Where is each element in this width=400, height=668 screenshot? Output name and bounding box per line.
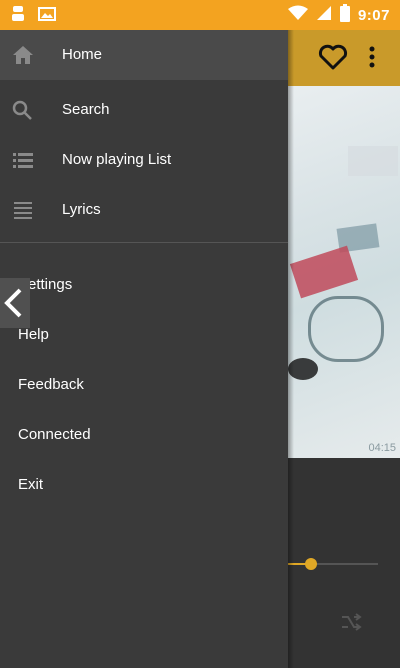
menu-item-help[interactable]: Help bbox=[0, 310, 288, 360]
nav-item-now-playing[interactable]: Now playing List bbox=[0, 135, 288, 185]
lyrics-icon bbox=[12, 200, 34, 220]
nav-item-search[interactable]: Search bbox=[0, 85, 288, 135]
heart-icon[interactable] bbox=[318, 44, 348, 75]
seek-bar[interactable] bbox=[288, 558, 378, 570]
nav-label: Search bbox=[62, 101, 110, 118]
art-shape bbox=[289, 245, 359, 299]
navigation-drawer: Home Search Now playing List Lyrics Sett… bbox=[0, 30, 288, 668]
player-toolbar bbox=[288, 30, 400, 86]
notification-icon bbox=[10, 5, 26, 28]
art-shape bbox=[348, 146, 398, 176]
art-shape bbox=[308, 296, 384, 362]
menu-label: Connected bbox=[18, 426, 91, 443]
shuffle-icon[interactable] bbox=[340, 613, 362, 636]
nav-item-lyrics[interactable]: Lyrics bbox=[0, 185, 288, 235]
menu-item-exit[interactable]: Exit bbox=[0, 460, 288, 510]
nav-label: Now playing List bbox=[62, 151, 172, 168]
album-art: 04:15 bbox=[288, 86, 400, 458]
chevron-left-icon bbox=[2, 288, 24, 323]
wifi-icon bbox=[287, 5, 308, 25]
menu-item-settings[interactable]: Settings bbox=[0, 260, 288, 310]
battery-icon bbox=[339, 4, 350, 26]
status-time: 9:07 bbox=[357, 6, 390, 24]
seek-thumb[interactable] bbox=[304, 558, 317, 570]
home-icon bbox=[12, 45, 34, 65]
app-screen: 9:07 04:15 Home Search Now playing List … bbox=[0, 0, 400, 668]
drawer-divider bbox=[0, 242, 288, 243]
menu-label: Exit bbox=[18, 476, 44, 493]
back-button[interactable] bbox=[0, 278, 30, 328]
status-left-icons bbox=[10, 5, 56, 28]
status-right: 9:07 bbox=[287, 4, 390, 26]
menu-item-connected[interactable]: Connected bbox=[0, 410, 288, 460]
menu-label: Feedback bbox=[18, 376, 84, 393]
menu-item-feedback[interactable]: Feedback bbox=[0, 360, 288, 410]
nav-item-home[interactable]: Home bbox=[0, 30, 288, 80]
nav-label: Lyrics bbox=[62, 201, 101, 218]
art-watermark: 04:15 bbox=[368, 442, 396, 454]
menu-label: Help bbox=[18, 326, 49, 343]
signal-icon bbox=[316, 5, 332, 25]
image-icon bbox=[38, 5, 56, 28]
more-vert-icon[interactable] bbox=[368, 45, 376, 74]
list-icon bbox=[12, 150, 34, 170]
nav-label: Home bbox=[62, 46, 103, 63]
status-bar: 9:07 bbox=[0, 0, 400, 30]
drawer-shadow bbox=[288, 30, 294, 668]
search-icon bbox=[12, 100, 34, 120]
